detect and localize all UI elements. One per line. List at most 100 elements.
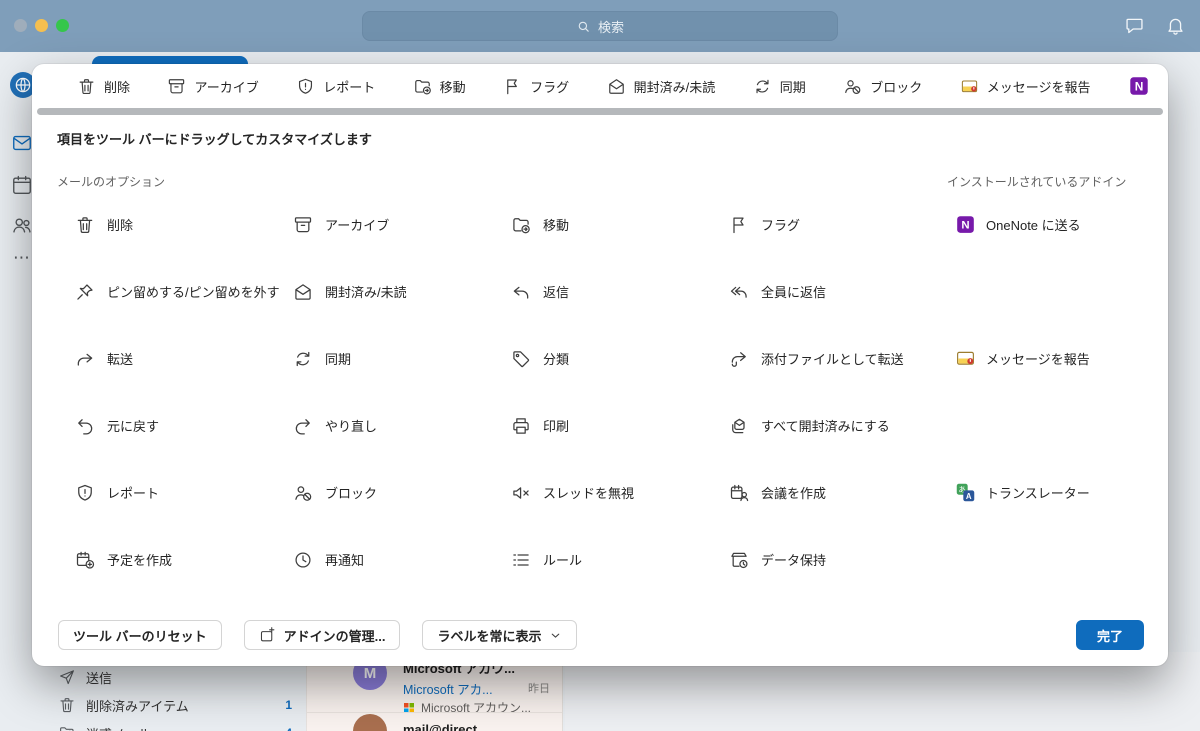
grid-row: 元に戻す やり直し 印刷 すべて開封済みにする xyxy=(75,392,1168,459)
app-background: ⋯ 送信 削除済みアイテム 1 迷惑メール 4 M Microsoft アカウ.… xyxy=(0,52,1200,731)
addin-translator[interactable]: トランスレーター xyxy=(947,482,1090,503)
option-categorize[interactable]: 分類 xyxy=(511,349,729,369)
option-print[interactable]: 印刷 xyxy=(511,416,729,436)
option-read-unread[interactable]: 開封済み/未読 xyxy=(293,282,511,302)
addin-report-message[interactable]: メッセージを報告 xyxy=(947,348,1090,369)
option-mark-all-read[interactable]: すべて開封済みにする xyxy=(729,416,947,436)
done-button[interactable]: 完了 xyxy=(1075,620,1144,650)
option-block[interactable]: ブロック xyxy=(293,483,511,503)
section-headers: メールのオプション インストールされているアドイン xyxy=(32,173,1168,189)
sync-icon xyxy=(753,77,772,96)
option-ignore-thread[interactable]: スレッドを無視 xyxy=(511,483,729,503)
message-sender[interactable]: mail@direct... xyxy=(403,722,488,731)
option-reply-all[interactable]: 全員に返信 xyxy=(729,282,947,302)
mail-nav-icon[interactable] xyxy=(11,132,33,154)
option-retention[interactable]: データ保持 xyxy=(729,550,947,570)
options-grid: 削除 アーカイブ 移動 フラグ OneNote に送る ピン留めする/ピン留めを… xyxy=(75,191,1168,593)
folder-move-icon xyxy=(511,215,531,235)
reply-all-icon xyxy=(729,282,749,302)
divider xyxy=(307,712,562,713)
toolbar-item-block[interactable]: ブロック xyxy=(843,77,922,96)
folder-item-sent[interactable]: 送信 xyxy=(58,663,298,691)
toolbar-item-report-message[interactable]: メッセージを報告 xyxy=(960,77,1090,96)
toolbar-preview: 削除 アーカイブ レポート 移動 フラグ 開封済み/未読 同期 ブロック メッセ… xyxy=(32,64,1168,108)
toolbar-item-report[interactable]: レポート xyxy=(296,77,375,96)
pin-icon xyxy=(75,282,95,302)
calendar-nav-icon[interactable] xyxy=(11,174,33,196)
labels-visibility-dropdown[interactable]: ラベルを常に表示 xyxy=(422,620,578,650)
translator-icon xyxy=(955,482,976,503)
toolbar-item-flag[interactable]: フラグ xyxy=(503,77,569,96)
avatar xyxy=(353,714,387,731)
block-person-icon xyxy=(293,483,313,503)
addin-send-to-onenote[interactable]: OneNote に送る xyxy=(947,214,1081,235)
section-installed-addins: インストールされているアドイン xyxy=(947,175,1127,189)
titlebar-actions xyxy=(1124,15,1186,36)
manage-addins-button[interactable]: アドインの管理... xyxy=(243,620,401,650)
send-icon xyxy=(58,668,76,686)
message-time: 昨日 xyxy=(528,683,550,695)
option-move[interactable]: 移動 xyxy=(511,215,729,235)
option-rules[interactable]: ルール xyxy=(511,550,729,570)
block-person-icon xyxy=(843,77,862,96)
report-message-icon xyxy=(960,77,979,96)
option-create-meeting[interactable]: 会議を作成 xyxy=(729,483,947,503)
window-controls xyxy=(14,19,69,32)
toolbar-item-archive[interactable]: アーカイブ xyxy=(167,77,259,96)
mail-open-icon xyxy=(607,77,626,96)
search-input[interactable]: 検索 xyxy=(362,11,838,41)
grid-row: ピン留めする/ピン留めを外す 開封済み/未読 返信 全員に返信 xyxy=(75,258,1168,325)
undo-icon xyxy=(75,416,95,436)
folder-list: 送信 削除済みアイテム 1 迷惑メール 4 xyxy=(58,663,298,731)
onenote-icon[interactable] xyxy=(1128,75,1150,97)
folder-item-deleted[interactable]: 削除済みアイテム 1 xyxy=(58,691,298,719)
toolbar-item-read-unread[interactable]: 開封済み/未読 xyxy=(607,77,715,96)
option-pin-unpin[interactable]: ピン留めする/ピン留めを外す xyxy=(75,282,293,302)
more-apps-icon[interactable]: ⋯ xyxy=(13,248,31,268)
option-snooze[interactable]: 再通知 xyxy=(293,550,511,570)
feedback-chat-icon[interactable] xyxy=(1124,15,1145,36)
search-icon xyxy=(576,19,591,34)
option-create-event[interactable]: 予定を作成 xyxy=(75,550,293,570)
toolbar-item-sync[interactable]: 同期 xyxy=(753,77,806,96)
addin-manage-icon xyxy=(259,627,276,644)
option-sync[interactable]: 同期 xyxy=(293,349,511,369)
option-forward[interactable]: 転送 xyxy=(75,349,293,369)
option-flag[interactable]: フラグ xyxy=(729,215,947,235)
minimize-window-button[interactable] xyxy=(35,19,48,32)
toolbar-item-delete[interactable]: 削除 xyxy=(77,77,130,96)
unread-count-badge: 1 xyxy=(285,698,292,712)
option-undo[interactable]: 元に戻す xyxy=(75,416,293,436)
flag-icon xyxy=(503,77,522,96)
notifications-bell-icon[interactable] xyxy=(1165,15,1186,36)
toolbar-scrollbar[interactable] xyxy=(37,108,1163,115)
search-placeholder: 検索 xyxy=(597,19,624,35)
folder-item-junk[interactable]: 迷惑メール 4 xyxy=(58,719,298,731)
reset-toolbar-button[interactable]: ツール バーのリセット xyxy=(58,620,222,650)
option-report[interactable]: レポート xyxy=(75,483,293,503)
option-forward-as-attachment[interactable]: 添付ファイルとして転送 xyxy=(729,349,947,369)
option-archive[interactable]: アーカイブ xyxy=(293,215,511,235)
message-preview: Microsoft アカウン... xyxy=(403,699,531,716)
retention-box-icon xyxy=(729,550,749,570)
option-reply[interactable]: 返信 xyxy=(511,282,729,302)
onenote-icon xyxy=(955,214,976,235)
toolbar-item-move[interactable]: 移動 xyxy=(413,77,466,96)
folder-label: 削除済みアイテム xyxy=(86,698,189,714)
option-redo[interactable]: やり直し xyxy=(293,416,511,436)
globe-icon xyxy=(13,75,33,95)
reply-icon xyxy=(511,282,531,302)
folder-label: 迷惑メール xyxy=(86,724,151,731)
folder-move-icon xyxy=(413,77,432,96)
grid-row: 予定を作成 再通知 ルール データ保持 xyxy=(75,526,1168,593)
close-window-button[interactable] xyxy=(14,19,27,32)
dialog-footer: ツール バーのリセット アドインの管理... ラベルを常に表示 完了 xyxy=(58,620,1144,650)
titlebar: 検索 xyxy=(0,0,1200,52)
grid-row: 転送 同期 分類 添付ファイルとして転送 メッセージを報告 xyxy=(75,325,1168,392)
message-subject[interactable]: Microsoft アカ... xyxy=(403,679,493,698)
maximize-window-button[interactable] xyxy=(56,19,69,32)
option-delete[interactable]: 削除 xyxy=(75,215,293,235)
forward-attachment-icon xyxy=(729,349,749,369)
redo-icon xyxy=(293,416,313,436)
people-nav-icon[interactable] xyxy=(11,214,33,236)
